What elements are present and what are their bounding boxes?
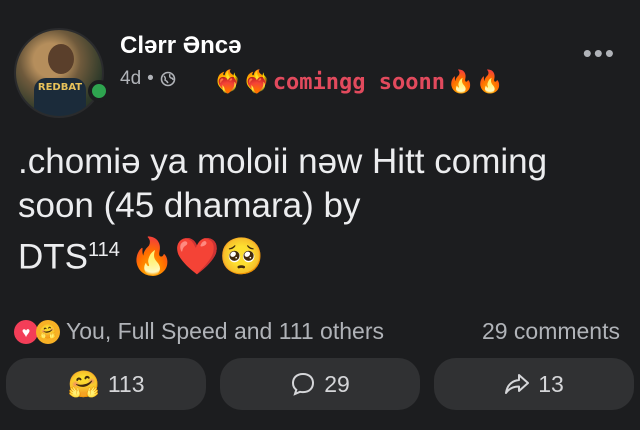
post-meta: 4d • [120,68,176,90]
share-button[interactable]: 13 [434,358,634,410]
care-reaction-icon: 🤗 [36,319,60,344]
post-header: REDBAT Clərr Əncə 4d • ❤️‍🔥 ❤️‍🔥 comingg… [0,0,640,120]
love-reaction-icon: ♥ [14,319,38,344]
feeling-text: comingg soonn [272,70,445,95]
feeling-activity: ❤️‍🔥 ❤️‍🔥 comingg soonn 🔥 🔥 [214,70,504,95]
online-status-dot [88,80,110,102]
post-text-line: .chomiə ya moloii nəw Hitt coming [18,142,548,181]
share-icon [505,374,530,394]
fire-icon: 🔥 [129,235,175,277]
reactions-left[interactable]: ♥ 🤗 You, Full Speed and 111 others [14,318,384,345]
post-body: .chomiə ya moloii nəw Hitt coming soon (… [18,140,618,280]
more-options-icon[interactable]: ••• [583,38,616,69]
action-bar: 🤗 113 29 13 [6,358,634,410]
avatar[interactable]: REDBAT [14,28,104,118]
globe-icon[interactable] [160,71,176,87]
post-age[interactable]: 4d [120,68,141,90]
pleading-face-icon: 🥺 [219,235,265,277]
heart-fire-icon: ❤️‍🔥 [214,70,242,95]
react-button[interactable]: 🤗 113 [6,358,206,410]
comments-count[interactable]: 29 comments [482,318,620,345]
post-text-line: soon (45 dhamara) by [18,186,361,225]
heart-fire-icon: ❤️‍🔥 [243,70,271,95]
meta-separator: • [147,68,154,89]
post-text-superscript: 114 [88,239,120,261]
reactions-summary: ♥ 🤗 You, Full Speed and 111 others 29 co… [14,318,626,345]
red-heart-icon: ❤️ [174,235,220,277]
post-text-line: DTS114 🔥❤️🥺 [18,228,618,280]
care-reaction-icon: 🤗 [67,368,100,399]
fire-icon: 🔥 [447,70,475,95]
comment-button[interactable]: 29 [220,358,420,410]
share-count: 13 [538,370,564,397]
comment-icon [292,372,315,396]
avatar-head [48,44,74,74]
author-name[interactable]: Clərr Əncə [120,32,241,60]
avatar-shirt-text: REDBAT [37,82,83,93]
fire-icon: 🔥 [476,70,504,95]
reactions-text: You, Full Speed and 111 others [66,318,384,344]
react-count: 113 [107,370,145,397]
comment-count: 29 [324,370,350,397]
post-text-dts: DTS [18,237,88,277]
